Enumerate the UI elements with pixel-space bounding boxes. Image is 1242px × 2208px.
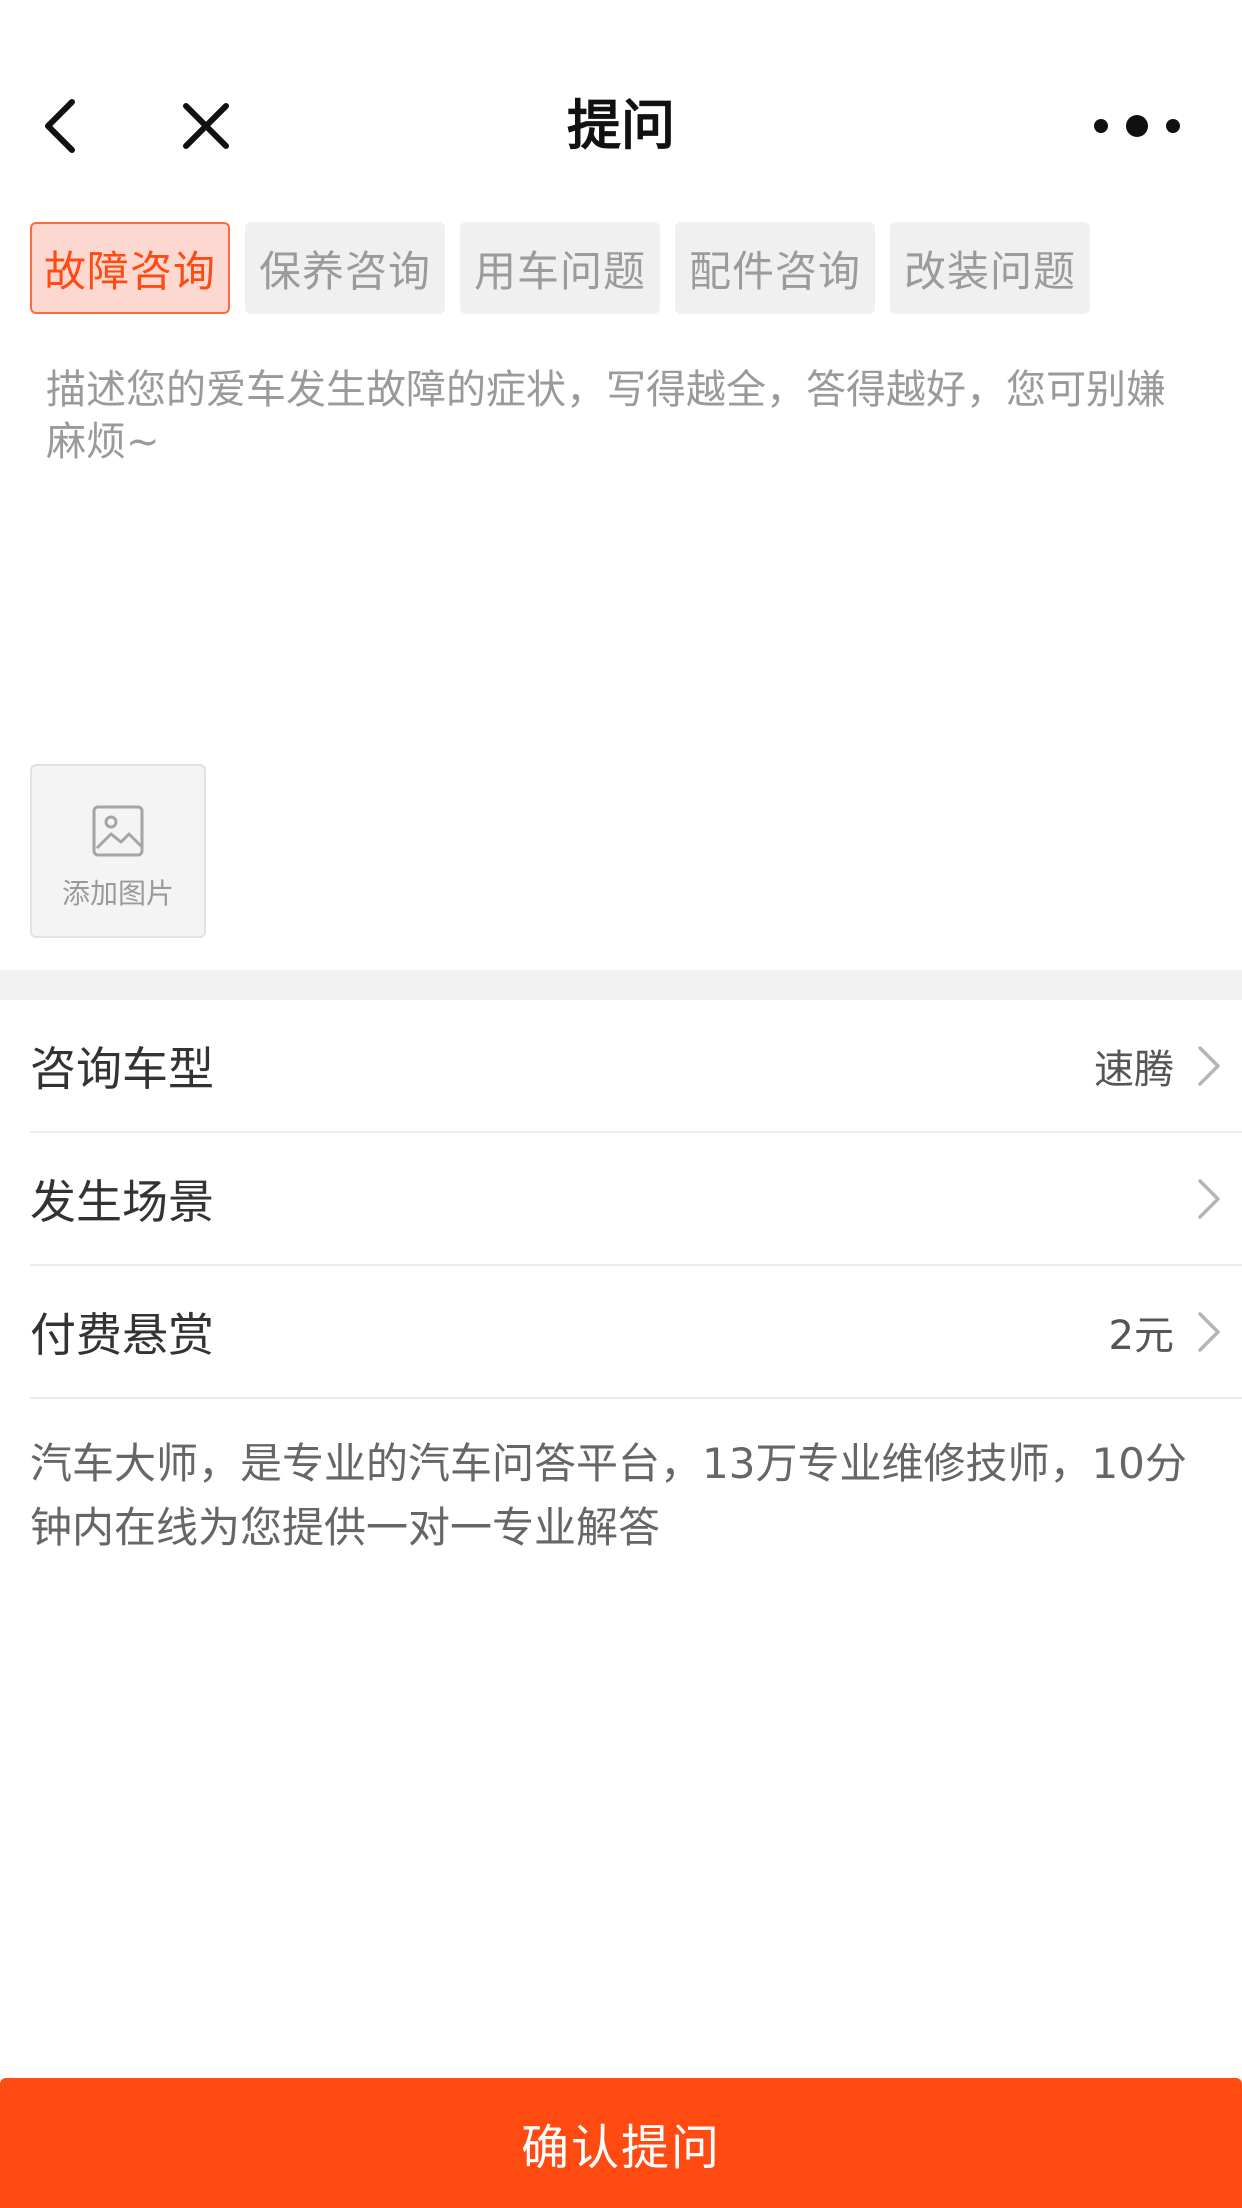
page: 提问 故障咨询 保养咨询 用车问题 配件咨询 改装问题 描述您的爱车发生故障的症…	[0, 0, 1242, 2208]
platform-info: 汽车大师，是专业的汽车问答平台，13万专业维修技师，10分钟内在线为您提供一对一…	[30, 1439, 1187, 1552]
chevron-right-icon	[1198, 1045, 1220, 1086]
tab-parts[interactable]: 配件咨询	[675, 222, 875, 314]
row-label: 发生场景	[30, 1174, 214, 1229]
row-label: 付费悬赏	[30, 1307, 214, 1362]
section-divider	[0, 970, 1242, 1000]
page-title: 提问	[567, 94, 675, 157]
row-reward[interactable]: 付费悬赏 2元	[30, 1266, 1242, 1399]
row-scene[interactable]: 发生场景	[30, 1133, 1242, 1266]
row-label: 咨询车型	[30, 1041, 214, 1096]
chevron-right-icon	[1198, 1311, 1220, 1352]
header: 提问	[0, 66, 1242, 186]
more-dots-icon	[1094, 115, 1180, 137]
category-tabs: 故障咨询 保养咨询 用车问题 配件咨询 改装问题	[30, 222, 1090, 314]
tab-fault[interactable]: 故障咨询	[30, 222, 230, 314]
more-button[interactable]	[1072, 96, 1202, 156]
add-image-button[interactable]: 添加图片	[30, 764, 206, 938]
confirm-question-button[interactable]: 确认提问	[0, 2078, 1242, 2208]
chevron-right-icon	[1198, 1178, 1220, 1219]
tab-maintenance[interactable]: 保养咨询	[245, 222, 445, 314]
row-car-model[interactable]: 咨询车型 速腾	[30, 1000, 1242, 1133]
row-value: 2元	[1108, 1312, 1174, 1359]
description-input[interactable]: 描述您的爱车发生故障的症状，写得越全，答得越好，您可别嫌麻烦~	[46, 364, 1196, 468]
add-image-label: 添加图片	[61, 877, 174, 910]
row-value: 速腾	[1094, 1046, 1174, 1093]
tab-modification[interactable]: 改装问题	[890, 222, 1090, 314]
settings-list: 咨询车型 速腾 发生场景 付费悬赏 2元	[30, 1000, 1242, 1399]
tab-usage[interactable]: 用车问题	[460, 222, 660, 314]
image-icon	[92, 805, 144, 857]
